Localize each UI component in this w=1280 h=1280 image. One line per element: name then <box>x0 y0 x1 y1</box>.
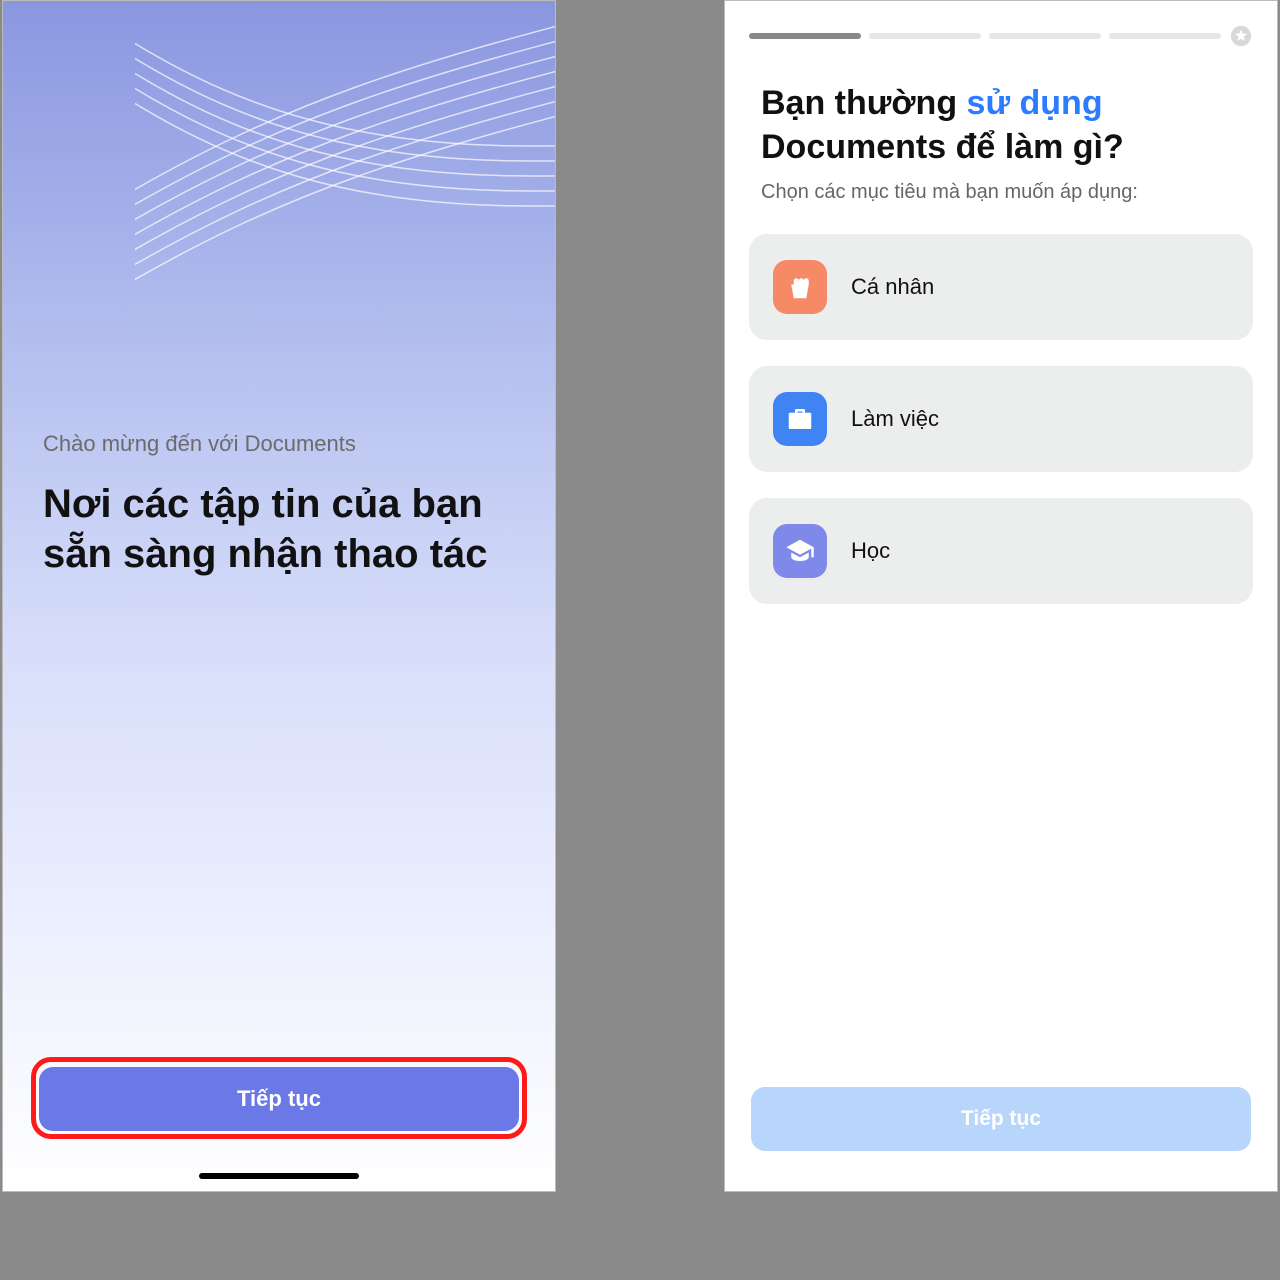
option-work-label: Làm việc <box>851 406 939 432</box>
progress-segment-1 <box>749 33 861 39</box>
graduation-icon <box>773 524 827 578</box>
purpose-options: Cá nhân Làm việc Học <box>725 234 1277 604</box>
welcome-screen: Chào mừng đến với Documents Nơi các tập … <box>2 0 556 1192</box>
star-icon <box>1229 24 1253 48</box>
continue-button[interactable]: Tiếp tục <box>39 1067 519 1131</box>
purpose-title: Bạn thường sử dụng Documents để làm gì? <box>725 51 1277 181</box>
decorative-waves <box>135 0 556 341</box>
briefcase-icon <box>773 392 827 446</box>
progress-segment-2 <box>869 33 981 39</box>
continue-button-label: Tiếp tục <box>237 1086 321 1112</box>
continue-button-disabled[interactable]: Tiếp tục <box>751 1087 1251 1151</box>
option-personal[interactable]: Cá nhân <box>749 234 1253 340</box>
title-accent: sử dụng <box>967 84 1103 122</box>
screen-divider <box>562 0 718 1280</box>
option-work[interactable]: Làm việc <box>749 366 1253 472</box>
purpose-screen: Bạn thường sử dụng Documents để làm gì? … <box>724 0 1278 1192</box>
title-before: Bạn thường <box>761 84 967 122</box>
onboarding-progress <box>725 1 1277 51</box>
option-personal-label: Cá nhân <box>851 274 934 300</box>
home-indicator[interactable] <box>199 1173 359 1179</box>
option-study[interactable]: Học <box>749 498 1253 604</box>
continue-button-label: Tiếp tục <box>961 1107 1041 1131</box>
progress-segment-4 <box>1109 33 1221 39</box>
welcome-subtitle: Chào mừng đến với Documents <box>43 431 515 457</box>
popcorn-icon <box>773 260 827 314</box>
option-study-label: Học <box>851 538 890 564</box>
purpose-subtitle: Chọn các mục tiêu mà bạn muốn áp dụng: <box>725 181 1277 234</box>
progress-segment-3 <box>989 33 1101 39</box>
welcome-title: Nơi các tập tin của bạn sẵn sàng nhận th… <box>43 479 515 579</box>
title-line2: Documents để làm gì? <box>761 128 1124 166</box>
